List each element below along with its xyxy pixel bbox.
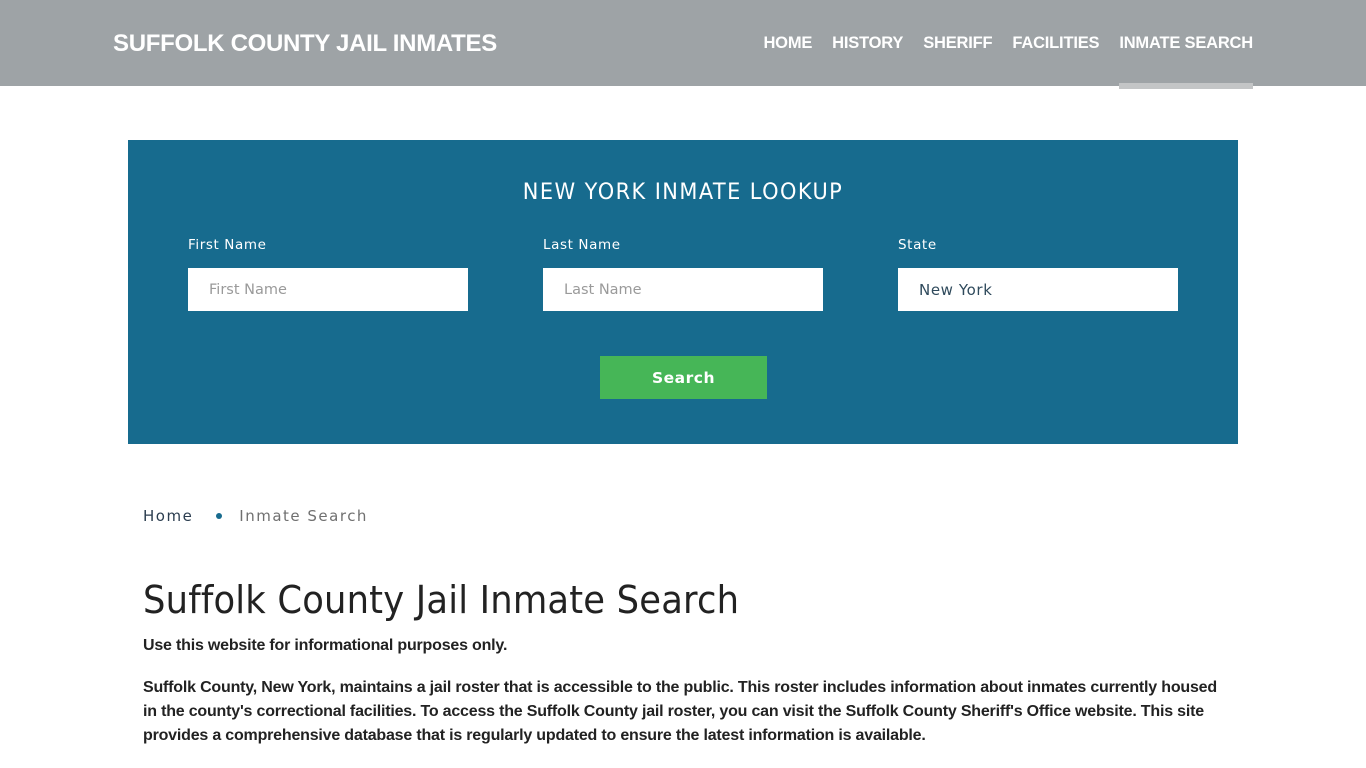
site-title-link[interactable]: SUFFOLK COUNTY JAIL INMATES <box>113 30 497 58</box>
page-title: Suffolk County Jail Inmate Search <box>143 578 740 622</box>
disclaimer-text: Use this website for informational purpo… <box>143 637 508 654</box>
breadcrumb-current: Inmate Search <box>239 507 368 525</box>
first-name-input[interactable] <box>188 268 468 311</box>
first-name-label: First Name <box>188 237 267 253</box>
breadcrumb-home[interactable]: Home <box>143 507 193 525</box>
nav-home[interactable]: HOME <box>753 0 822 86</box>
state-selected-value: New York <box>919 280 993 299</box>
site-header: SUFFOLK COUNTY JAIL INMATES HOME HISTORY… <box>0 0 1366 89</box>
nav-facilities[interactable]: FACILITIES <box>1002 0 1109 86</box>
search-button[interactable]: Search <box>600 356 767 399</box>
last-name-input[interactable] <box>543 268 823 311</box>
intro-paragraph: Suffolk County, New York, maintains a ja… <box>143 679 1217 744</box>
state-label: State <box>898 237 937 253</box>
lookup-title: NEW YORK INMATE LOOKUP <box>522 180 844 205</box>
breadcrumb-separator-dot <box>216 513 223 519</box>
breadcrumb: Home Inmate Search <box>143 507 368 525</box>
last-name-label: Last Name <box>543 237 621 253</box>
state-select[interactable]: New York <box>898 268 1178 311</box>
main-nav: HOME HISTORY SHERIFF FACILITIES INMATE S… <box>753 0 1253 89</box>
nav-history[interactable]: HISTORY <box>822 0 913 86</box>
nav-inmate-search[interactable]: INMATE SEARCH <box>1109 0 1253 89</box>
nav-sheriff[interactable]: SHERIFF <box>913 0 1002 86</box>
